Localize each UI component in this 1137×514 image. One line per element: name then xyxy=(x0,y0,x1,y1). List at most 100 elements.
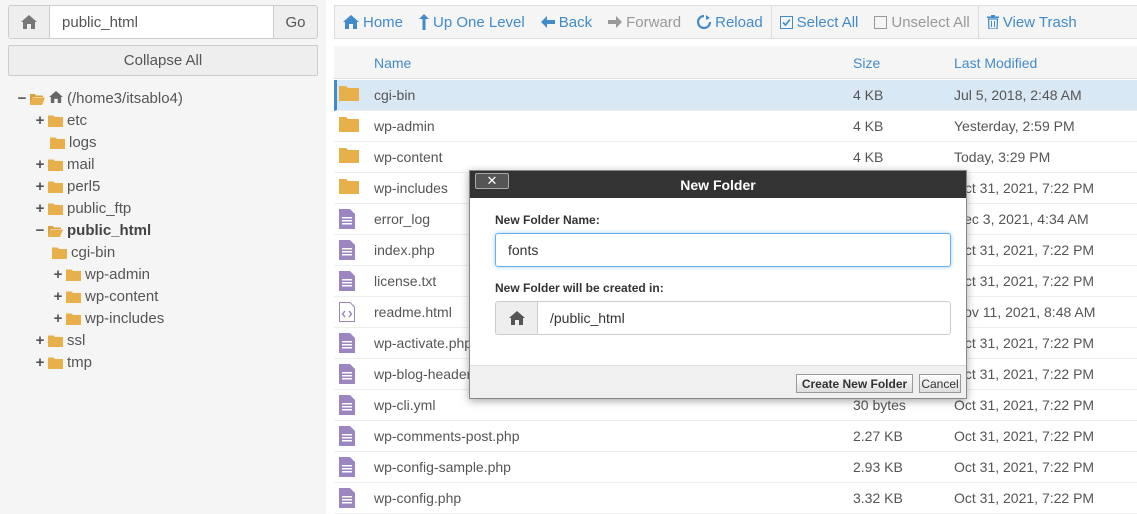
up-one-level-button[interactable]: Up One Level xyxy=(411,5,533,39)
file-name: wp-includes xyxy=(374,180,448,196)
file-row[interactable]: wp-config-sample.php 2.93 KB Oct 31, 2021,… xyxy=(334,452,1137,483)
folder-icon xyxy=(66,268,81,281)
back-label: Back xyxy=(558,13,593,31)
file-row[interactable]: wp-content 4 KB Today, 3:29 PM xyxy=(334,142,1137,173)
file-size: 2.27 KB xyxy=(853,428,903,444)
home-button[interactable]: Home xyxy=(335,5,411,39)
directory-tree-panel: Go Collapse All − (/home3/itsablo4) + etc lo… xyxy=(0,0,326,514)
column-header-name[interactable]: Name xyxy=(374,55,411,71)
tree-item[interactable]: + tmp xyxy=(34,351,92,373)
tree-item[interactable]: logs xyxy=(50,131,97,153)
file-icon xyxy=(339,364,359,384)
tree-item[interactable]: + wp-content xyxy=(52,285,159,307)
file-last-modified: Today, 3:29 PM xyxy=(954,149,1051,165)
unselect-all-label: Unselect All xyxy=(891,13,970,31)
file-row[interactable]: wp-config.php 3.32 KB Oct 31, 2021, 7:22 P… xyxy=(334,483,1137,514)
home-icon xyxy=(49,90,67,107)
expand-icon[interactable]: + xyxy=(34,178,46,195)
close-button[interactable]: ✕ xyxy=(475,173,509,189)
checkbox-checked-icon xyxy=(779,15,793,29)
file-last-modified: Nov 11, 2021, 8:48 AM xyxy=(954,304,1096,320)
arrow-left-icon xyxy=(540,16,555,28)
folder-icon xyxy=(339,116,359,136)
expand-icon[interactable]: + xyxy=(52,266,64,283)
tree-item[interactable]: + etc xyxy=(34,109,87,131)
view-trash-label: View Trash xyxy=(1002,13,1077,31)
tree-item[interactable]: + ssl xyxy=(34,329,86,351)
file-row[interactable]: cgi-bin 4 KB Jul 5, 2018, 2:48 AM xyxy=(334,80,1137,111)
collapse-icon[interactable]: − xyxy=(34,222,46,239)
tree-item[interactable]: cgi-bin xyxy=(52,241,115,263)
dialog-title: New Folder xyxy=(680,176,756,193)
folder-icon xyxy=(48,158,63,171)
file-size: 3.32 KB xyxy=(853,490,903,506)
reload-label: Reload xyxy=(715,13,763,31)
file-last-modified: Dec 3, 2021, 4:34 AM xyxy=(954,211,1089,227)
new-folder-name-input[interactable] xyxy=(495,233,951,267)
expand-icon[interactable]: + xyxy=(34,200,46,217)
file-name: wp-content xyxy=(374,149,443,165)
path-input[interactable] xyxy=(50,6,274,38)
cancel-button[interactable]: Cancel xyxy=(919,374,961,393)
tree-item[interactable]: + mail xyxy=(34,153,95,175)
create-new-folder-button[interactable]: Create New Folder xyxy=(796,374,913,393)
dialog-body: New Folder Name: New Folder will be crea… xyxy=(470,199,966,365)
tree-item[interactable]: + public_ftp xyxy=(34,197,132,219)
expand-icon[interactable]: + xyxy=(34,354,46,371)
trash-icon xyxy=(986,15,999,29)
up-one-level-label: Up One Level xyxy=(433,13,525,31)
expand-icon[interactable]: + xyxy=(34,332,46,349)
expand-icon[interactable]: + xyxy=(34,156,46,173)
unselect-all-button[interactable]: Unselect All xyxy=(866,5,977,39)
tree-item[interactable]: + perl5 xyxy=(34,175,101,197)
new-folder-dialog: ✕ New Folder New Folder Name: New Folder… xyxy=(469,170,967,399)
file-name: wp-admin xyxy=(374,118,435,134)
tree-item-label: wp-includes xyxy=(85,309,165,327)
file-icon xyxy=(339,333,359,353)
folder-icon xyxy=(48,334,63,347)
back-button[interactable]: Back xyxy=(533,5,600,39)
tree-item[interactable]: + wp-includes xyxy=(52,307,165,329)
home-label: Home xyxy=(363,13,404,31)
tree-item-label: cgi-bin xyxy=(71,243,116,261)
folder-open-icon xyxy=(48,224,63,237)
tree-item-label: public_ftp xyxy=(67,199,132,217)
tree-item-label: wp-admin xyxy=(85,265,151,283)
reload-button[interactable]: Reload xyxy=(689,5,771,39)
expand-icon[interactable]: + xyxy=(52,288,64,305)
column-header-last-modified[interactable]: Last Modified xyxy=(954,55,1037,71)
location-input[interactable] xyxy=(538,302,950,334)
folder-open-icon xyxy=(30,92,45,105)
tree-item[interactable]: − (/home3/itsablo4) xyxy=(16,87,183,109)
file-name: wp-cli.yml xyxy=(374,397,436,413)
location-field xyxy=(495,301,951,335)
forward-button[interactable]: Forward xyxy=(600,5,689,39)
file-row[interactable]: wp-admin 4 KB Yesterday, 2:59 PM xyxy=(334,111,1137,142)
html-file-icon xyxy=(339,302,359,322)
file-last-modified: Oct 31, 2021, 7:22 PM xyxy=(954,335,1095,351)
forward-label: Forward xyxy=(626,13,682,31)
go-button[interactable]: Go xyxy=(273,6,317,38)
home-icon[interactable] xyxy=(9,6,51,38)
file-row[interactable]: wp-comments-post.php 2.27 KB Oct 31, 2021,… xyxy=(334,421,1137,452)
toolbar: Home Up One Level Back Forward Reload Se… xyxy=(334,5,1137,39)
collapse-all-button[interactable]: Collapse All xyxy=(8,45,318,76)
file-icon xyxy=(339,488,359,508)
file-last-modified: Oct 31, 2021, 7:22 PM xyxy=(954,242,1095,258)
folder-icon xyxy=(339,85,359,105)
tree-item[interactable]: + wp-admin xyxy=(52,263,150,285)
path-bar: Go xyxy=(8,5,318,39)
collapse-icon[interactable]: − xyxy=(16,90,28,107)
view-trash-button[interactable]: View Trash xyxy=(979,5,1085,39)
tree-item-label: ssl xyxy=(67,331,86,349)
tree-item-label: perl5 xyxy=(67,177,101,195)
expand-icon[interactable]: + xyxy=(52,310,64,327)
reload-icon xyxy=(697,15,712,29)
tree-item[interactable]: − public_html xyxy=(34,219,152,241)
column-header-size[interactable]: Size xyxy=(853,55,880,71)
expand-icon[interactable]: + xyxy=(34,112,46,129)
file-last-modified: Yesterday, 2:59 PM xyxy=(954,118,1075,134)
tree-item-label: tmp xyxy=(67,353,93,371)
select-all-button[interactable]: Select All xyxy=(772,5,867,39)
file-size: 4 KB xyxy=(853,118,884,134)
